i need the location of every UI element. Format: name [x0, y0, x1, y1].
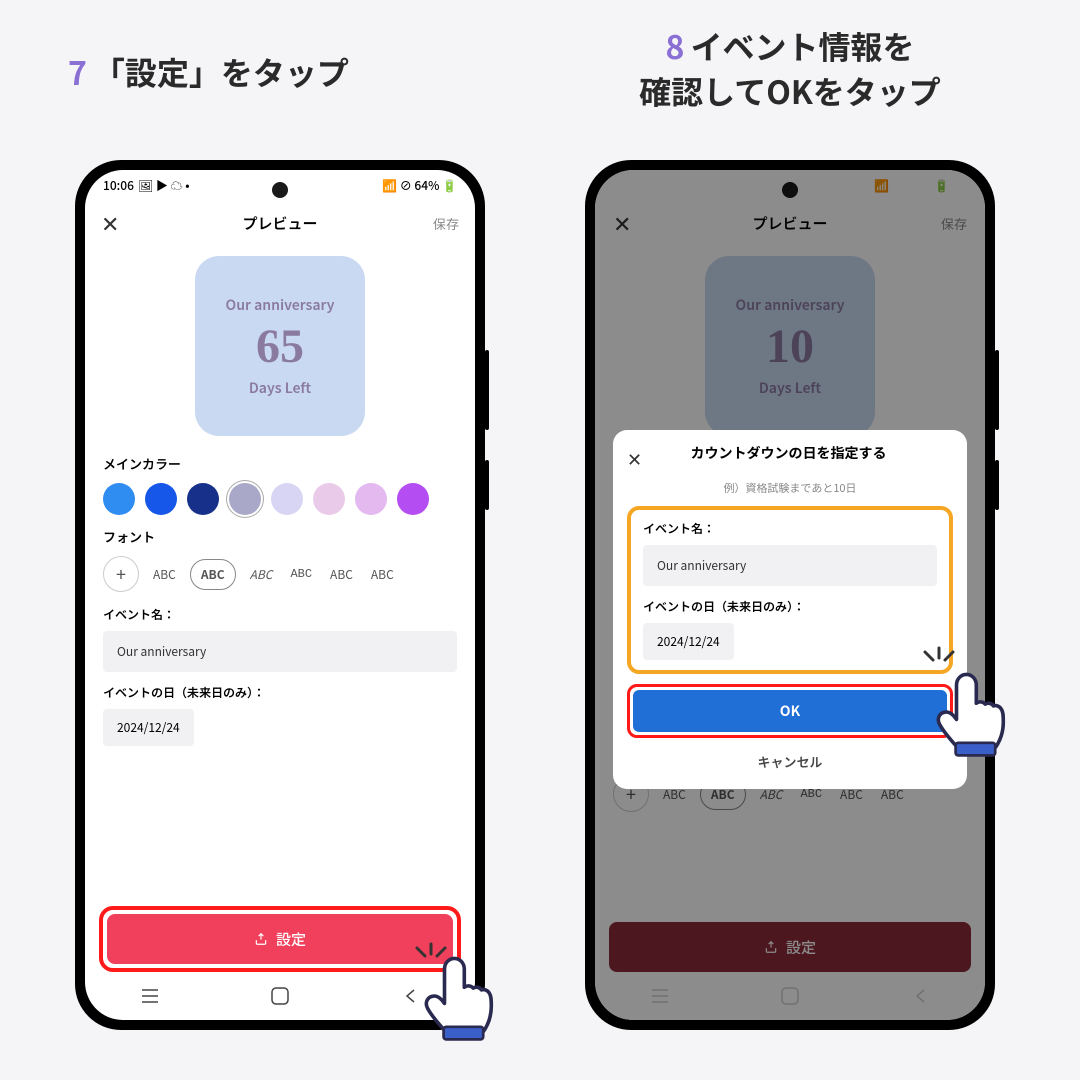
- tap-hand-icon: [413, 944, 503, 1044]
- font-option[interactable]: ABC: [246, 560, 277, 589]
- widget-preview: Our anniversary 10 Days Left: [705, 256, 875, 436]
- add-font-button[interactable]: +: [103, 556, 139, 592]
- power-button: [995, 460, 999, 510]
- color-swatch[interactable]: [271, 483, 303, 515]
- color-swatch[interactable]: [355, 483, 387, 515]
- widget-days-left: Days Left: [759, 378, 821, 398]
- dialog-close-icon[interactable]: ✕: [627, 446, 642, 472]
- nav-home-icon[interactable]: [270, 986, 290, 1006]
- font-options: + ABC ABC ABC ABC ABC ABC: [103, 556, 457, 592]
- status-bar: 9:29 🖼 ▶ ⊙ • 📶 ⊘ 66% 🔋: [613, 170, 967, 200]
- dialog-event-date-label: イベントの日（未来日のみ）：: [643, 598, 937, 615]
- settings-button[interactable]: 設定: [609, 922, 971, 972]
- font-option[interactable]: ABC: [149, 560, 180, 589]
- app-header: ✕ プレビュー 保存: [613, 200, 967, 246]
- settings-button-label: 設定: [786, 937, 816, 958]
- widget-title: Our anniversary: [226, 295, 335, 315]
- nav-back-icon[interactable]: [910, 986, 930, 1006]
- status-icons-left: 🖼 ▶ ⊙ •: [659, 177, 711, 194]
- widget-preview: Our anniversary 65 Days Left: [195, 256, 365, 436]
- export-icon: [764, 940, 778, 954]
- screen-left: 10:06 🖼 ▶ ☁ • 📶 ⊘ 64% 🔋 ✕ プレビュー 保存 Our a…: [85, 170, 475, 1020]
- status-time: 9:29: [631, 177, 655, 194]
- cancel-button[interactable]: キャンセル: [627, 752, 953, 771]
- countdown-dialog: ✕ カウントダウンの日を指定する 例）資格試験まであと10日 イベント名： Ou…: [613, 430, 967, 789]
- tap-hand-icon: [925, 660, 1015, 760]
- close-icon[interactable]: ✕: [613, 207, 631, 239]
- nav-recent-icon[interactable]: [650, 986, 670, 1006]
- step-8-number: 8: [666, 23, 685, 69]
- app-header: ✕ プレビュー 保存: [85, 200, 475, 246]
- status-bar: 10:06 🖼 ▶ ☁ • 📶 ⊘ 64% 🔋: [85, 170, 475, 200]
- step-7-number: 7: [68, 49, 87, 95]
- volume-button: [995, 350, 999, 430]
- color-swatch-selected[interactable]: [229, 483, 261, 515]
- ok-button-highlight: OK: [627, 684, 953, 738]
- font-option-selected[interactable]: ABC: [190, 559, 236, 590]
- ok-button[interactable]: OK: [633, 690, 947, 732]
- event-name-label: イベント名：: [103, 606, 457, 623]
- dialog-title: カウントダウンの日を指定する: [652, 444, 925, 464]
- status-icons-left: 🖼 ▶ ☁ •: [138, 177, 190, 194]
- widget-days-left: Days Left: [249, 378, 311, 398]
- color-swatch[interactable]: [397, 483, 429, 515]
- color-swatch[interactable]: [145, 483, 177, 515]
- power-button: [485, 460, 489, 510]
- dialog-hint: 例）資格試験まであと10日: [627, 480, 953, 496]
- nav-bar: [595, 980, 985, 1012]
- step-8-text: イベント情報を確認してOKをタップ: [639, 23, 941, 114]
- event-name-field[interactable]: Our anniversary: [103, 631, 457, 672]
- save-button[interactable]: 保存: [941, 214, 967, 233]
- settings-button-dim-wrap: 設定: [609, 922, 971, 972]
- nav-recent-icon[interactable]: [140, 986, 160, 1006]
- screen-right: 9:29 🖼 ▶ ⊙ • 📶 ⊘ 66% 🔋 ✕ プレビュー 保存 Our an…: [595, 170, 985, 1020]
- font-option[interactable]: ABC: [326, 560, 357, 589]
- font-option[interactable]: ABC: [286, 561, 316, 587]
- widget-number: 10: [766, 319, 814, 374]
- nav-home-icon[interactable]: [780, 986, 800, 1006]
- dialog-event-date-field[interactable]: 2024/12/24: [643, 623, 734, 660]
- font-option[interactable]: ABC: [367, 560, 398, 589]
- close-icon[interactable]: ✕: [101, 207, 119, 239]
- status-icons-right: 📶 ⊘ 66% 🔋: [874, 177, 949, 194]
- dialog-event-name-field[interactable]: Our anniversary: [643, 545, 937, 586]
- dialog-fields-highlight: イベント名： Our anniversary イベントの日（未来日のみ）： 20…: [627, 506, 953, 674]
- dialog-event-name-label: イベント名：: [643, 520, 937, 537]
- main-color-label: メインカラー: [103, 454, 457, 473]
- export-icon: [254, 932, 268, 946]
- page-title: プレビュー: [752, 213, 827, 234]
- volume-button: [485, 350, 489, 430]
- event-date-label: イベントの日（未来日のみ）：: [103, 684, 457, 701]
- settings-button-highlight: 設定: [99, 906, 461, 972]
- settings-button-label: 設定: [276, 929, 306, 950]
- color-swatch[interactable]: [187, 483, 219, 515]
- step-7-text: 「設定」をタップ: [93, 49, 349, 95]
- phone-mockup-left: 10:06 🖼 ▶ ☁ • 📶 ⊘ 64% 🔋 ✕ プレビュー 保存 Our a…: [75, 160, 485, 1030]
- status-icons-right: 📶 ⊘ 64% 🔋: [382, 177, 457, 194]
- content-area: Our anniversary 65 Days Left メインカラー フォント…: [85, 256, 475, 746]
- event-date-field[interactable]: 2024/12/24: [103, 709, 194, 746]
- widget-title: Our anniversary: [736, 295, 845, 315]
- color-swatch[interactable]: [103, 483, 135, 515]
- settings-button[interactable]: 設定: [107, 914, 453, 964]
- status-time: 10:06: [103, 177, 134, 194]
- font-label: フォント: [103, 527, 457, 546]
- step-7-title: 7「設定」をタップ: [68, 50, 349, 95]
- widget-number: 65: [256, 319, 304, 374]
- color-swatch[interactable]: [313, 483, 345, 515]
- step-8-title: 8イベント情報を確認してOKをタップ: [540, 24, 1040, 114]
- page-title: プレビュー: [242, 213, 317, 234]
- save-button[interactable]: 保存: [433, 214, 459, 233]
- phone-mockup-right: 9:29 🖼 ▶ ⊙ • 📶 ⊘ 66% 🔋 ✕ プレビュー 保存 Our an…: [585, 160, 995, 1030]
- color-swatches: [103, 483, 457, 515]
